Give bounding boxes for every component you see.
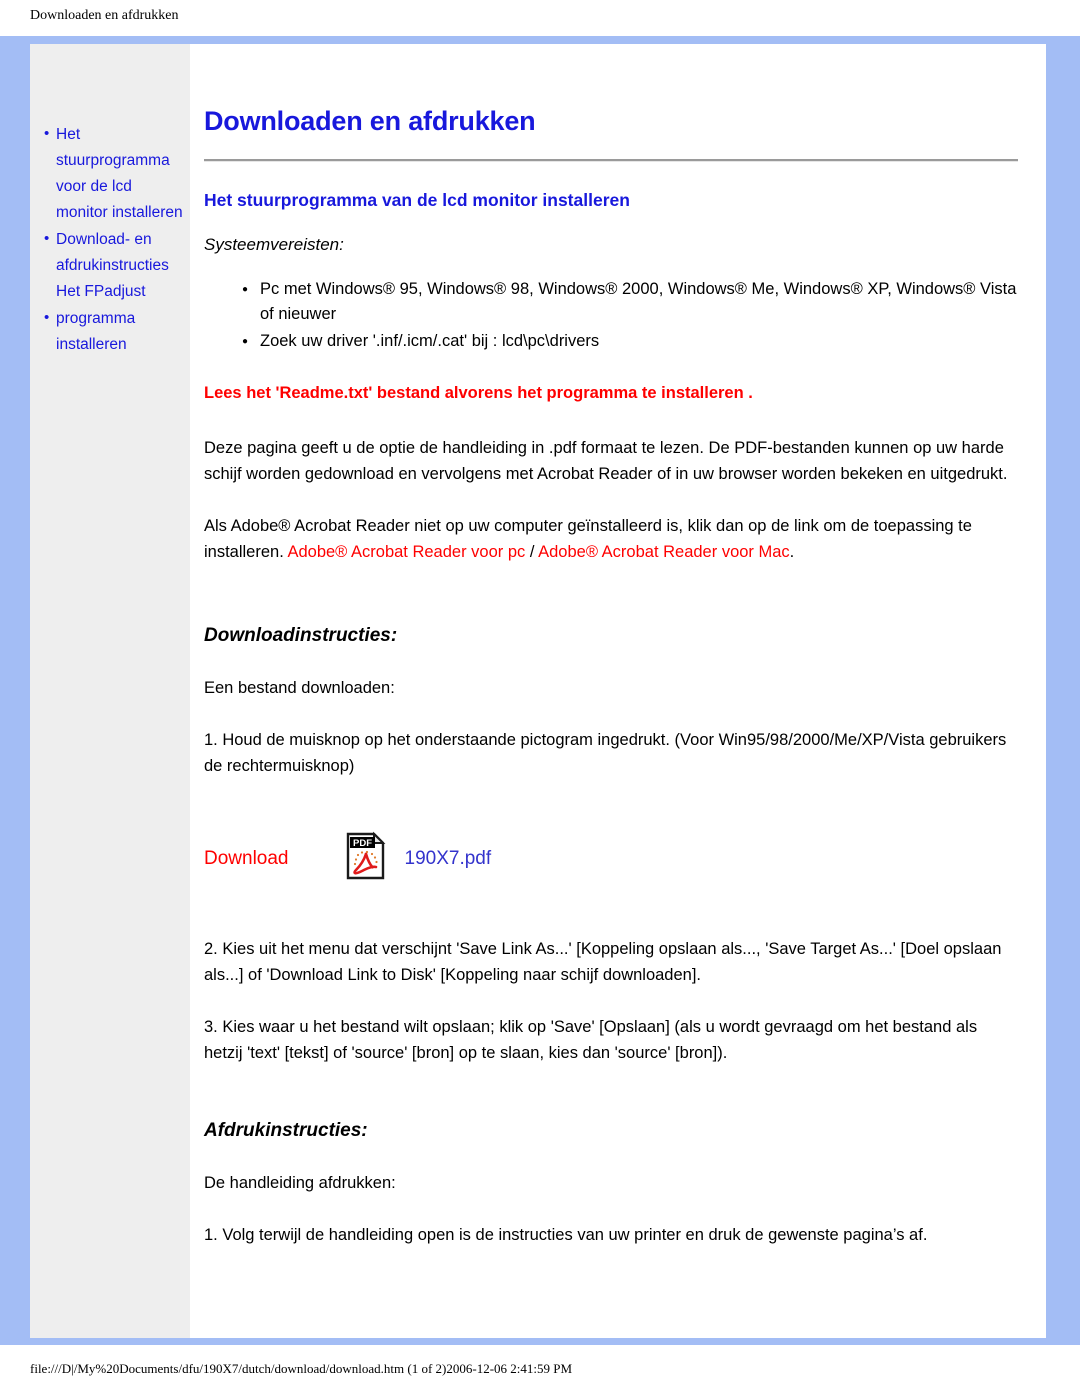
readme-warning: Lees het 'Readme.txt' bestand alvorens h… — [204, 384, 753, 402]
download-link[interactable]: Download — [204, 848, 289, 870]
page-frame: Het stuurprogramma voor de lcd monitor i… — [0, 36, 1080, 1345]
page-canvas: Het stuurprogramma voor de lcd monitor i… — [30, 44, 1046, 1338]
print-header-title: Downloaden en afdrukken — [30, 8, 179, 23]
download-step-3: 3. Kies waar u het bestand wilt opslaan;… — [204, 1018, 978, 1062]
print-header: Downloaden en afdrukken — [0, 0, 1080, 36]
sidebar-link-driver[interactable]: Het stuurprogramma voor de lcd monitor i… — [56, 122, 184, 226]
sidebar-link-download-print[interactable]: Download- en afdrukinstructies Het FPadj… — [56, 227, 184, 305]
main-content: Downloaden en afdrukken Het stuurprogram… — [190, 44, 1046, 1338]
system-requirements-list: Pc met Windows® 95, Windows® 98, Windows… — [204, 277, 1018, 354]
download-instructions-heading: Downloadinstructies: — [204, 625, 398, 646]
page-title: Downloaden en afdrukken — [204, 106, 536, 136]
requirement-item: Zoek uw driver '.inf/.icm/.cat' bij : lc… — [242, 329, 1018, 354]
section-title-driver-install: Het stuurprogramma van de lcd monitor in… — [204, 190, 630, 210]
sidebar-navigation: Het stuurprogramma voor de lcd monitor i… — [30, 44, 190, 1338]
sidebar-link-fpadjust[interactable]: programma installeren — [56, 306, 184, 358]
acrobat-sentence-end: . — [789, 543, 795, 561]
download-step-1: 1. Houd de muisknop op het onderstaande … — [204, 731, 1007, 775]
status-bar-path: file:///D|/My%20Documents/dfu/190X7/dutc… — [30, 1361, 573, 1376]
acrobat-reader-mac-link[interactable]: Adobe® Acrobat Reader voor Mac — [538, 543, 790, 561]
svg-text:PDF: PDF — [353, 838, 372, 849]
pdf-file-name-link[interactable]: 190X7.pdf — [405, 848, 492, 870]
print-step-1: 1. Volg terwijl de handleiding open is d… — [204, 1226, 928, 1244]
download-file-row: Download PDF 190X7.pdf — [204, 831, 1018, 886]
sidebar-item-download-print[interactable]: Download- en afdrukinstructies Het FPadj… — [44, 226, 184, 305]
requirement-item: Pc met Windows® 95, Windows® 98, Windows… — [242, 277, 1018, 327]
print-intro: De handleiding afdrukken: — [204, 1174, 396, 1192]
print-instructions-heading: Afdrukinstructies: — [204, 1120, 368, 1141]
sidebar-item-fpadjust[interactable]: programma installeren — [44, 305, 184, 358]
sidebar-item-driver[interactable]: Het stuurprogramma voor de lcd monitor i… — [44, 121, 184, 226]
download-step-2: 2. Kies uit het menu dat verschijnt 'Sav… — [204, 940, 1002, 984]
status-bar: file:///D|/My%20Documents/dfu/190X7/dutc… — [0, 1345, 1080, 1397]
paragraph-pdf-info: Deze pagina geeft u de optie de handleid… — [204, 439, 1008, 483]
sidebar-list: Het stuurprogramma voor de lcd monitor i… — [30, 121, 190, 358]
pdf-file-icon[interactable]: PDF — [345, 831, 387, 886]
download-intro: Een bestand downloaden: — [204, 679, 395, 697]
title-divider — [204, 159, 1018, 162]
paragraph-acrobat-info: Als Adobe® Acrobat Reader niet op uw com… — [204, 513, 1018, 565]
system-requirements-label: Systeemvereisten: — [204, 235, 344, 254]
acrobat-reader-pc-link[interactable]: Adobe® Acrobat Reader voor pc — [287, 543, 525, 561]
acrobat-link-separator: / — [525, 543, 539, 561]
